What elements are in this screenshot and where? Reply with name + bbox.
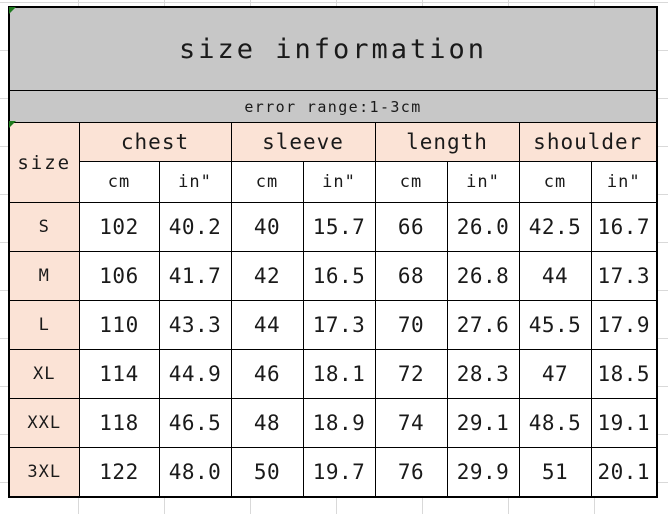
cell-sleeve-in: 16.5 <box>302 251 376 301</box>
unit-header-shoulder-cm: cm <box>518 161 592 203</box>
unit-header-sleeve-cm: cm <box>230 161 304 203</box>
row-size-label: XXL <box>8 398 80 448</box>
row-size-label: XL <box>8 349 80 399</box>
cell-chest-cm: 118 <box>78 398 160 448</box>
table-row: M 106 41.7 42 16.5 68 26.8 44 17.3 <box>8 251 658 301</box>
cell-length-cm: 74 <box>374 398 448 448</box>
cell-shoulder-in: 17.9 <box>590 300 658 350</box>
unit-header-sleeve-in: in" <box>302 161 376 203</box>
table-row: S 102 40.2 40 15.7 66 26.0 42.5 16.7 <box>8 202 658 252</box>
unit-header-length-in: in" <box>446 161 520 203</box>
error-range-note: error range:1-3cm <box>8 90 658 123</box>
cell-sleeve-in: 17.3 <box>302 300 376 350</box>
cell-sleeve-cm: 50 <box>230 447 304 498</box>
cell-length-cm: 72 <box>374 349 448 399</box>
cell-sleeve-cm: 42 <box>230 251 304 301</box>
cell-sleeve-cm: 46 <box>230 349 304 399</box>
row-size-label: S <box>8 202 80 252</box>
cell-sleeve-cm: 48 <box>230 398 304 448</box>
cell-sleeve-in: 15.7 <box>302 202 376 252</box>
column-group-shoulder: shoulder <box>518 122 658 162</box>
size-information-table: size information error range:1-3cm size … <box>8 6 659 498</box>
cell-sleeve-cm: 44 <box>230 300 304 350</box>
row-size-label: 3XL <box>8 447 80 498</box>
cell-corner-mark-icon <box>9 121 16 128</box>
cell-length-in: 27.6 <box>446 300 520 350</box>
cell-chest-cm: 110 <box>78 300 160 350</box>
table-row: L 110 43.3 44 17.3 70 27.6 45.5 17.9 <box>8 300 658 350</box>
cell-length-in: 29.9 <box>446 447 520 498</box>
cell-chest-cm: 114 <box>78 349 160 399</box>
cell-chest-in: 40.2 <box>158 202 232 252</box>
column-group-chest: chest <box>78 122 232 162</box>
cell-sleeve-cm: 40 <box>230 202 304 252</box>
cell-shoulder-cm: 48.5 <box>518 398 592 448</box>
cell-corner-mark-icon <box>9 7 16 14</box>
cell-chest-in: 43.3 <box>158 300 232 350</box>
cell-length-in: 28.3 <box>446 349 520 399</box>
cell-length-in: 29.1 <box>446 398 520 448</box>
table-row: XXL 118 46.5 48 18.9 74 29.1 48.5 19.1 <box>8 398 658 448</box>
cell-sleeve-in: 19.7 <box>302 447 376 498</box>
cell-chest-cm: 102 <box>78 202 160 252</box>
cell-shoulder-in: 16.7 <box>590 202 658 252</box>
unit-header-chest-cm: cm <box>78 161 160 203</box>
table-title: size information <box>8 6 658 91</box>
column-group-length: length <box>374 122 520 162</box>
cell-chest-cm: 122 <box>78 447 160 498</box>
table-row: XL 114 44.9 46 18.1 72 28.3 47 18.5 <box>8 349 658 399</box>
unit-header-shoulder-in: in" <box>590 161 658 203</box>
cell-length-in: 26.0 <box>446 202 520 252</box>
cell-shoulder-in: 20.1 <box>590 447 658 498</box>
cell-shoulder-cm: 42.5 <box>518 202 592 252</box>
cell-length-cm: 76 <box>374 447 448 498</box>
cell-shoulder-cm: 47 <box>518 349 592 399</box>
column-header-size: size <box>8 122 80 203</box>
cell-shoulder-cm: 45.5 <box>518 300 592 350</box>
group-header-row: size chest sleeve length shoulder <box>8 122 658 203</box>
unit-header-length-cm: cm <box>374 161 448 203</box>
cell-length-cm: 70 <box>374 300 448 350</box>
table-row: 3XL 122 48.0 50 19.7 76 29.9 51 20.1 <box>8 447 658 498</box>
cell-chest-in: 46.5 <box>158 398 232 448</box>
title-row: size information <box>8 6 658 91</box>
cell-sleeve-in: 18.9 <box>302 398 376 448</box>
cell-length-cm: 68 <box>374 251 448 301</box>
unit-header-chest-in: in" <box>158 161 232 203</box>
unit-header-row: cm in" cm in" cm in" cm in" <box>9 161 658 203</box>
note-row: error range:1-3cm <box>8 90 658 123</box>
cell-shoulder-in: 19.1 <box>590 398 658 448</box>
cell-chest-in: 41.7 <box>158 251 232 301</box>
cell-length-in: 26.8 <box>446 251 520 301</box>
cell-length-cm: 66 <box>374 202 448 252</box>
cell-chest-cm: 106 <box>78 251 160 301</box>
row-size-label: L <box>8 300 80 350</box>
cell-sleeve-in: 18.1 <box>302 349 376 399</box>
cell-chest-in: 44.9 <box>158 349 232 399</box>
cell-shoulder-cm: 51 <box>518 447 592 498</box>
cell-shoulder-cm: 44 <box>518 251 592 301</box>
cell-shoulder-in: 17.3 <box>590 251 658 301</box>
column-group-sleeve: sleeve <box>230 122 376 162</box>
cell-chest-in: 48.0 <box>158 447 232 498</box>
row-size-label: M <box>8 251 80 301</box>
cell-shoulder-in: 18.5 <box>590 349 658 399</box>
